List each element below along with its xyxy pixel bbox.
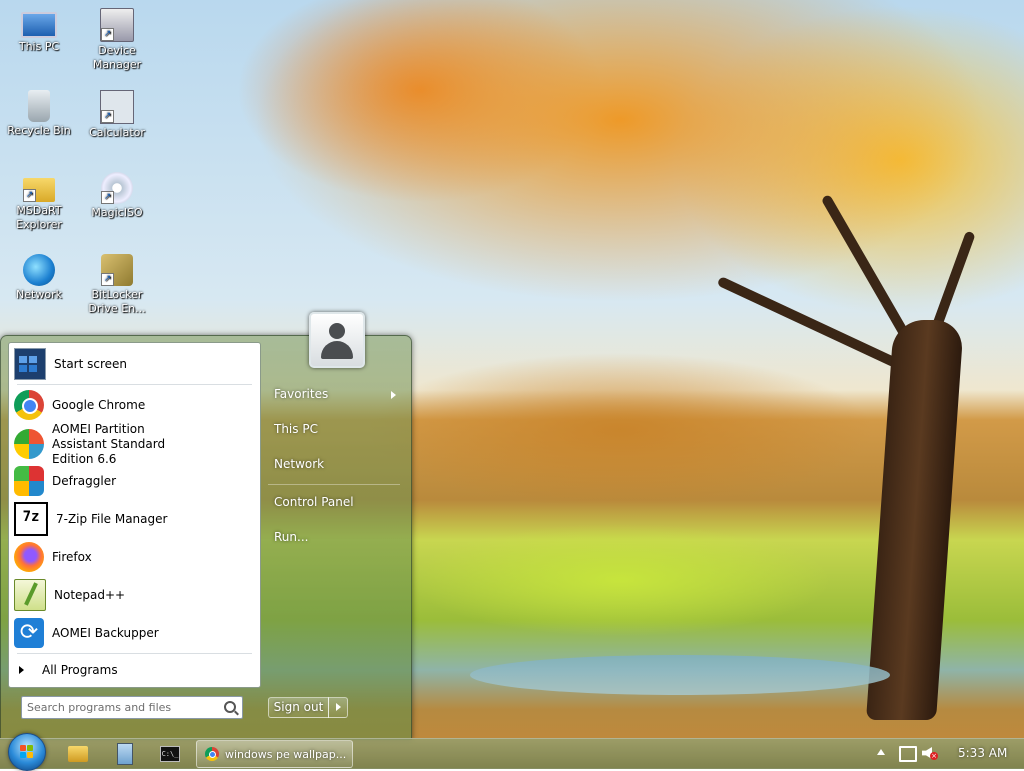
tree-trunk — [866, 320, 964, 720]
start-link-run[interactable]: Run... — [274, 530, 308, 544]
computer-icon — [21, 12, 57, 38]
start-item-label: Google Chrome — [52, 397, 146, 412]
taskbar-window-label: windows pe wallpap... — [225, 747, 347, 761]
chevron-right-icon — [391, 391, 396, 399]
network-globe-icon — [23, 254, 55, 286]
recycle-bin-icon — [28, 90, 50, 122]
start-link-control-panel[interactable]: Control Panel — [274, 495, 354, 509]
start-item-label: AOMEI Partition Assistant Standard Editi… — [52, 421, 166, 466]
start-item-aomei-partition-assistant[interactable]: AOMEI Partition Assistant Standard Editi… — [9, 422, 260, 466]
desktop-icon-label: Device Manager — [92, 44, 142, 71]
start-button[interactable] — [8, 733, 46, 771]
start-item-label: AOMEI Backupper — [52, 625, 159, 640]
chrome-icon — [205, 747, 219, 761]
aomei-backupper-icon — [14, 618, 44, 648]
firefox-icon — [14, 542, 44, 572]
taskbar — [0, 738, 1024, 769]
show-hidden-icons-arrow[interactable] — [877, 749, 885, 755]
start-item-google-chrome[interactable]: Google Chrome — [9, 388, 260, 422]
search-icon[interactable] — [224, 701, 236, 713]
desktop-icon-label: This PC — [18, 40, 60, 53]
tree-branch — [820, 193, 910, 338]
desktop-icon-label: BitLocker Drive En... — [88, 288, 146, 315]
start-item-label: Defraggler — [52, 473, 117, 488]
disc-icon — [101, 172, 133, 204]
taskbar-window-chrome[interactable]: windows pe wallpap... — [196, 740, 353, 768]
start-item-start-screen[interactable]: Start screen — [9, 347, 260, 381]
folder-icon — [23, 178, 55, 202]
network-icon[interactable] — [899, 746, 917, 762]
file-explorer-icon[interactable] — [68, 746, 88, 762]
start-item-label: Notepad++ — [54, 587, 126, 602]
start-link-this-pc[interactable]: This PC — [274, 422, 318, 436]
start-screen-icon — [14, 348, 46, 380]
desktop-icon-label: MagicISO — [91, 206, 143, 219]
notepadpp-icon — [14, 579, 46, 611]
menu-separator — [268, 484, 400, 485]
start-menu-programs-pane: Start screen Google Chrome AOMEI Partiti… — [8, 342, 261, 688]
defraggler-icon — [14, 466, 44, 496]
volume-muted-icon: × — [930, 752, 938, 760]
desktop-icon-calculator[interactable]: Calculator — [78, 90, 156, 140]
chevron-right-icon — [19, 666, 24, 674]
start-item-7zip[interactable]: 7z 7-Zip File Manager — [9, 502, 260, 536]
desktop-icon-device-manager[interactable]: Device Manager — [78, 8, 156, 72]
desktop-icon-network[interactable]: Network — [0, 254, 78, 302]
pond — [470, 655, 890, 695]
start-link-favorites[interactable]: Favorites — [274, 387, 328, 401]
desktop-icon-label: Recycle Bin — [7, 124, 71, 137]
start-item-label: 7-Zip File Manager — [56, 511, 168, 526]
all-programs-label: All Programs — [42, 663, 118, 677]
bitlocker-keys-icon — [101, 254, 133, 286]
start-item-aomei-backupper[interactable]: AOMEI Backupper — [9, 616, 260, 650]
desktop-icon-magiciso[interactable]: MagicISO — [78, 172, 156, 220]
search-input[interactable] — [27, 699, 215, 715]
desktop-icon-label: Network — [16, 288, 62, 301]
command-prompt-icon[interactable]: C:\_ — [160, 746, 180, 762]
start-link-network[interactable]: Network — [274, 457, 324, 471]
desktop-icon-msdart-explorer[interactable]: MSDaRT Explorer — [0, 172, 78, 232]
start-item-label: Start screen — [54, 356, 128, 371]
start-item-firefox[interactable]: Firefox — [9, 540, 260, 574]
desktop-icon-label: Calculator — [89, 126, 145, 139]
calculator-icon — [100, 90, 134, 124]
all-programs-button[interactable]: All Programs — [9, 653, 260, 687]
notepad-icon[interactable] — [117, 743, 133, 765]
user-account-picture[interactable] — [309, 312, 365, 368]
menu-separator — [17, 384, 252, 385]
start-item-defraggler[interactable]: Defraggler — [9, 464, 260, 498]
shutdown-options-button[interactable] — [328, 697, 348, 718]
aomei-partition-icon — [14, 429, 44, 459]
start-search-box[interactable] — [21, 696, 243, 719]
taskbar-clock[interactable]: 5:33 AM — [958, 746, 1007, 760]
start-item-label: Firefox — [52, 549, 92, 564]
sign-out-button[interactable]: Sign out — [268, 697, 329, 718]
user-icon-body — [321, 341, 353, 359]
start-item-notepadpp[interactable]: Notepad++ — [9, 578, 260, 612]
desktop-icon-recycle-bin[interactable]: Recycle Bin — [0, 90, 78, 138]
desktop-icon-this-pc[interactable]: This PC — [0, 8, 78, 54]
7zip-icon: 7z — [14, 502, 48, 536]
device-manager-icon — [100, 8, 134, 42]
user-icon-head — [329, 323, 345, 339]
chrome-icon — [14, 390, 44, 420]
desktop-icon-bitlocker[interactable]: BitLocker Drive En... — [78, 254, 156, 316]
desktop-icon-label: MSDaRT Explorer — [16, 204, 62, 231]
